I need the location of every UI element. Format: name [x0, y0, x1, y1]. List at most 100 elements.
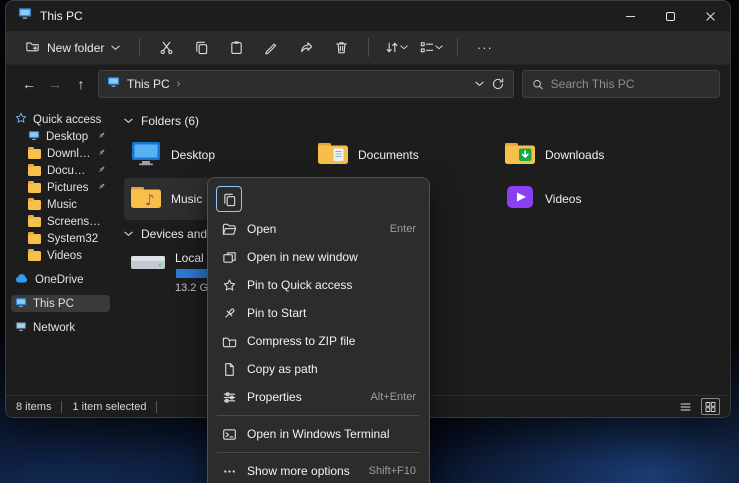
share-button[interactable]	[290, 34, 323, 61]
open-folder-icon	[221, 221, 237, 237]
sidebar-item-pictures[interactable]: Pictures	[11, 179, 110, 196]
sidebar-item-music[interactable]: Music	[11, 196, 110, 213]
sidebar-item-onedrive[interactable]: OneDrive	[11, 271, 110, 288]
context-menu-item-pin-start[interactable]: Pin to Start	[213, 299, 424, 327]
address-dropdown-icon[interactable]	[475, 81, 484, 87]
chevron-down-icon	[111, 45, 120, 51]
copy-icon	[194, 40, 209, 55]
music-folder-icon	[28, 200, 41, 210]
sort-button[interactable]	[379, 34, 412, 61]
system32-folder-icon	[28, 234, 41, 244]
new-folder-button[interactable]: New folder	[16, 34, 129, 61]
context-menu-item-open-new-window[interactable]: Open in new window	[213, 243, 424, 271]
sidebar-item-label: Music	[47, 199, 77, 211]
sidebar-item-quick-access[interactable]: Quick access	[11, 111, 110, 128]
maximize-button[interactable]	[650, 1, 690, 31]
context-menu-item-properties[interactable]: Properties Alt+Enter	[213, 383, 424, 411]
sidebar-item-label: Pictures	[47, 182, 89, 194]
sidebar-item-network[interactable]: Network	[11, 319, 110, 336]
pin-star-icon	[221, 277, 237, 293]
toolbar-separator	[139, 38, 140, 57]
close-icon	[705, 11, 716, 22]
forward-button[interactable]: →	[42, 71, 68, 97]
menu-separator	[217, 415, 420, 416]
tile-label: Music	[171, 192, 202, 206]
sidebar-item-downloads[interactable]: Downloads	[11, 145, 110, 162]
up-button[interactable]: ↑	[68, 71, 94, 97]
quick-copy-button[interactable]	[216, 186, 242, 212]
pin-icon	[221, 305, 237, 321]
title-bar[interactable]: This PC	[6, 1, 730, 31]
cut-button[interactable]	[150, 34, 183, 61]
context-menu-item-compress-zip[interactable]: Compress to ZIP file	[213, 327, 424, 355]
minimize-icon	[625, 11, 636, 22]
sidebar-item-screenshots[interactable]: Screenshots	[11, 213, 110, 230]
details-view-button[interactable]	[676, 398, 695, 415]
context-menu-item-show-more-options[interactable]: Show more options Shift+F10	[213, 457, 424, 483]
sidebar-item-desktop[interactable]: Desktop	[11, 128, 110, 145]
pin-icon	[97, 165, 106, 177]
menu-item-label: Pin to Start	[247, 306, 406, 320]
back-button[interactable]: ←	[16, 71, 42, 97]
desktop-icon	[130, 139, 162, 172]
menu-item-shortcut: Alt+Enter	[370, 391, 416, 403]
large-icons-view-button[interactable]	[701, 398, 720, 415]
folders-header-label: Folders (6)	[141, 114, 199, 128]
context-menu-item-open-windows-terminal[interactable]: Open in Windows Terminal	[213, 420, 424, 448]
star-icon	[15, 112, 27, 127]
search-icon	[532, 78, 544, 91]
search-box[interactable]	[522, 70, 720, 98]
delete-button[interactable]	[325, 34, 358, 61]
tile-desktop[interactable]: Desktop	[124, 134, 311, 176]
trash-icon	[334, 40, 349, 55]
desktop-icon	[28, 130, 40, 144]
address-bar[interactable]: This PC›	[98, 70, 514, 98]
sidebar-item-system32[interactable]: System32	[11, 230, 110, 247]
context-menu-item-pin-quick-access[interactable]: Pin to Quick access	[213, 271, 424, 299]
rename-button[interactable]	[255, 34, 288, 61]
new-folder-icon	[25, 39, 40, 56]
menu-item-label: Open in Windows Terminal	[247, 427, 406, 441]
sidebar-item-videos[interactable]: Videos	[11, 247, 110, 264]
videos-folder-icon	[28, 251, 41, 261]
breadcrumb-this-pc[interactable]: This PC	[127, 77, 170, 91]
search-input[interactable]	[551, 77, 710, 91]
tile-videos[interactable]: Videos	[498, 178, 685, 220]
sidebar-item-documents[interactable]: Documents	[11, 162, 110, 179]
documents-folder-icon	[317, 139, 349, 172]
toolbar-separator	[368, 38, 369, 57]
zip-folder-icon	[221, 333, 237, 349]
tile-documents[interactable]: Documents	[311, 134, 498, 176]
chevron-down-icon	[124, 231, 133, 237]
context-menu: Open Enter Open in new window Pin to Qui…	[207, 177, 430, 483]
more-options-button[interactable]: ···	[468, 34, 501, 61]
breadcrumb[interactable]: This PC›	[127, 77, 180, 91]
context-menu-item-copy-as-path[interactable]: Copy as path	[213, 355, 424, 383]
minimize-button[interactable]	[610, 1, 650, 31]
status-separator	[156, 401, 157, 413]
navigation-bar: ← → ↑ This PC›	[6, 65, 730, 103]
music-folder-icon: ♪	[130, 183, 162, 216]
copy-button[interactable]	[185, 34, 218, 61]
sidebar-item-label: Screenshots	[47, 216, 106, 228]
menu-item-label: Pin to Quick access	[247, 278, 406, 292]
menu-item-shortcut: Shift+F10	[369, 465, 416, 477]
close-button[interactable]	[690, 1, 730, 31]
view-button[interactable]	[414, 34, 447, 61]
paste-button[interactable]	[220, 34, 253, 61]
sidebar-item-this-pc[interactable]: This PC	[11, 295, 110, 312]
refresh-icon[interactable]	[491, 77, 505, 91]
pin-icon	[97, 148, 106, 160]
context-menu-item-open[interactable]: Open Enter	[213, 215, 424, 243]
new-window-icon	[221, 249, 237, 265]
hard-drive-icon	[130, 250, 166, 281]
this-pc-icon	[15, 297, 27, 311]
folders-section-header[interactable]: Folders (6)	[124, 111, 724, 131]
share-icon	[299, 40, 314, 55]
tile-label: Desktop	[171, 148, 215, 162]
desktop-wallpaper: This PC New folder ·	[0, 0, 739, 483]
tile-downloads[interactable]: Downloads	[498, 134, 685, 176]
downloads-folder-icon	[504, 139, 536, 172]
paste-icon	[229, 40, 244, 55]
sidebar-item-label: Downloads	[47, 148, 91, 160]
